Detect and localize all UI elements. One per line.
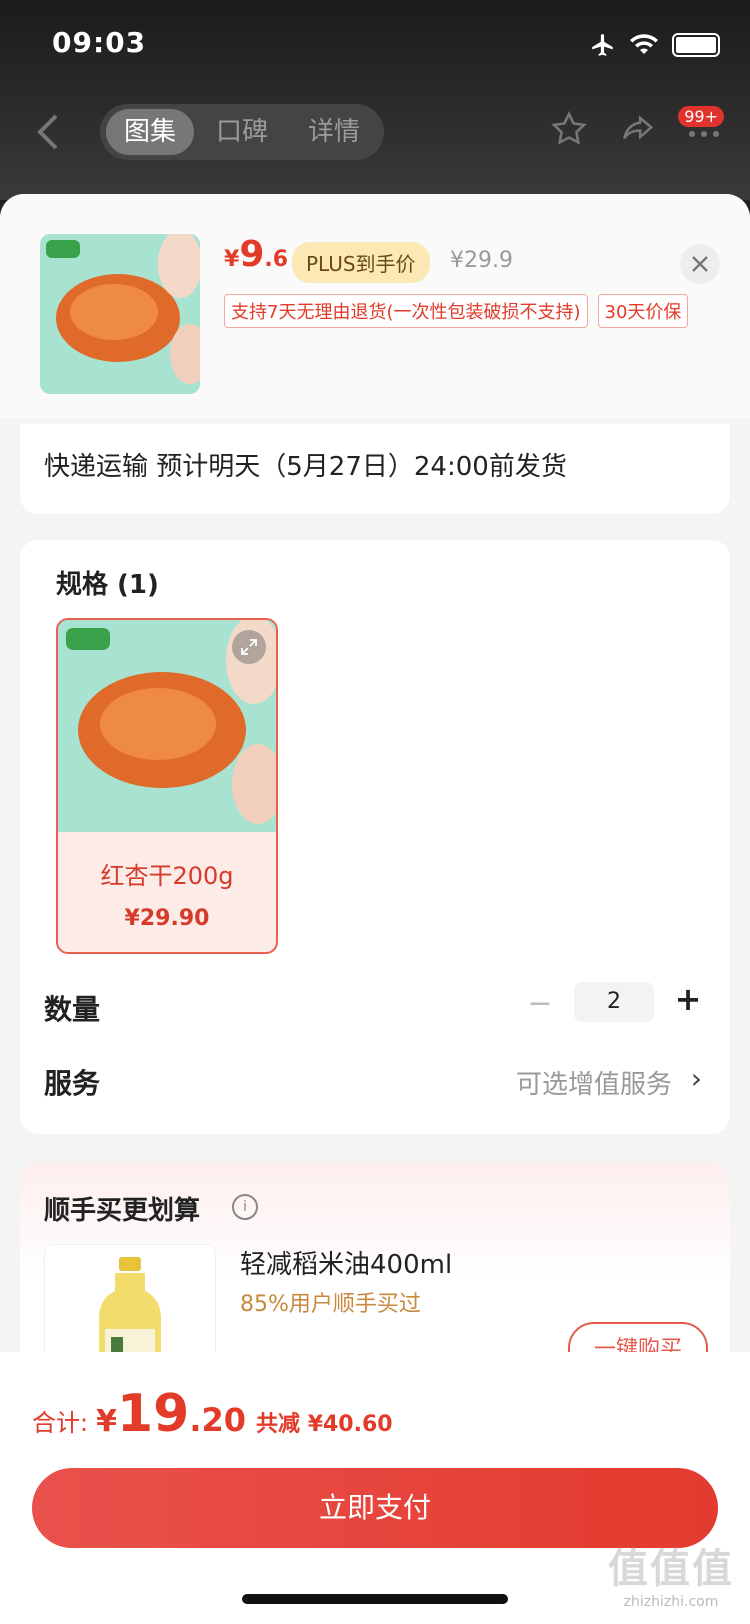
info-icon[interactable]: i — [232, 1194, 258, 1220]
return-policy-tag: 支持7天无理由退货(一次性包装破损不支持) — [224, 294, 588, 328]
service-option[interactable]: 可选增值服务 — [516, 1064, 672, 1101]
product-thumbnail[interactable] — [40, 234, 200, 394]
shipping-card: 快递运输 预计明天（5月27日）24:00前发货 — [20, 424, 730, 514]
close-icon — [692, 256, 708, 272]
addon-stat: 85%用户顺手买过 — [240, 1292, 421, 1317]
battery-icon — [672, 33, 720, 57]
status-bar: 09:03 — [0, 0, 750, 90]
watermark: 值值值 zhizhizhi.com — [608, 1546, 734, 1610]
addon-title: 顺手买更划算 — [44, 1196, 201, 1226]
quantity-plus-button[interactable]: + — [670, 980, 706, 1018]
more-button[interactable]: 99+ — [678, 106, 730, 148]
wifi-icon — [630, 34, 658, 54]
plus-price-tag: PLUS到手价 — [292, 242, 430, 283]
back-icon[interactable] — [34, 112, 62, 152]
tab-reviews[interactable]: 口碑 — [198, 109, 286, 155]
notification-badge: 99+ — [678, 106, 724, 127]
shipping-text: 快递运输 预计明天（5月27日）24:00前发货 — [44, 452, 567, 482]
current-price: ¥9.6 — [224, 234, 289, 275]
airplane-icon — [592, 34, 613, 56]
spec-price: ¥29.90 — [124, 906, 210, 931]
nav-tabs: 图集 口碑 详情 — [100, 104, 385, 160]
spec-card: 规格 (1) 红杏干200g ¥29.90 数量 − 2 + 服务 可选增值服务… — [20, 540, 730, 1134]
quantity-input[interactable]: 2 — [574, 982, 654, 1022]
spec-title: 规格 (1) — [56, 570, 159, 600]
original-price: ¥29.9 — [450, 248, 513, 273]
spec-option[interactable]: 红杏干200g ¥29.90 — [56, 618, 278, 954]
total-saving: 共减 ¥40.60 — [256, 1412, 393, 1437]
nav-actions: 99+ — [550, 106, 730, 148]
tab-gallery[interactable]: 图集 — [106, 109, 195, 155]
close-button[interactable] — [680, 244, 720, 284]
total-label: 合计: — [32, 1409, 89, 1437]
quantity-minus-button[interactable]: − — [522, 986, 558, 1021]
price-protect-tag: 30天价保 — [597, 294, 689, 328]
product-nav-bar: 图集 口碑 详情 99+ — [0, 100, 750, 164]
quantity-label: 数量 — [44, 993, 101, 1026]
home-indicator — [242, 1594, 508, 1604]
product-header: ¥9.6 PLUS到手价 ¥29.9 支持7天无理由退货(一次性包装破损不支持)… — [0, 194, 750, 418]
expand-button[interactable] — [232, 630, 266, 664]
total-price: 合计: ¥19.20 共减 ¥40.60 — [32, 1384, 393, 1444]
chevron-right-icon[interactable]: › — [691, 1062, 702, 1095]
tab-details[interactable]: 详情 — [290, 109, 378, 155]
status-time: 09:03 — [52, 26, 147, 59]
share-icon[interactable] — [618, 110, 656, 148]
status-icons — [590, 32, 720, 58]
spec-name: 红杏干200g — [100, 862, 234, 890]
expand-icon — [241, 639, 257, 655]
star-icon[interactable] — [550, 110, 588, 148]
service-label: 服务 — [44, 1067, 101, 1100]
addon-product-name[interactable]: 轻减稻米油400ml — [240, 1244, 452, 1281]
service-tags: 支持7天无理由退货(一次性包装破损不支持) 30天价保 — [224, 294, 689, 328]
